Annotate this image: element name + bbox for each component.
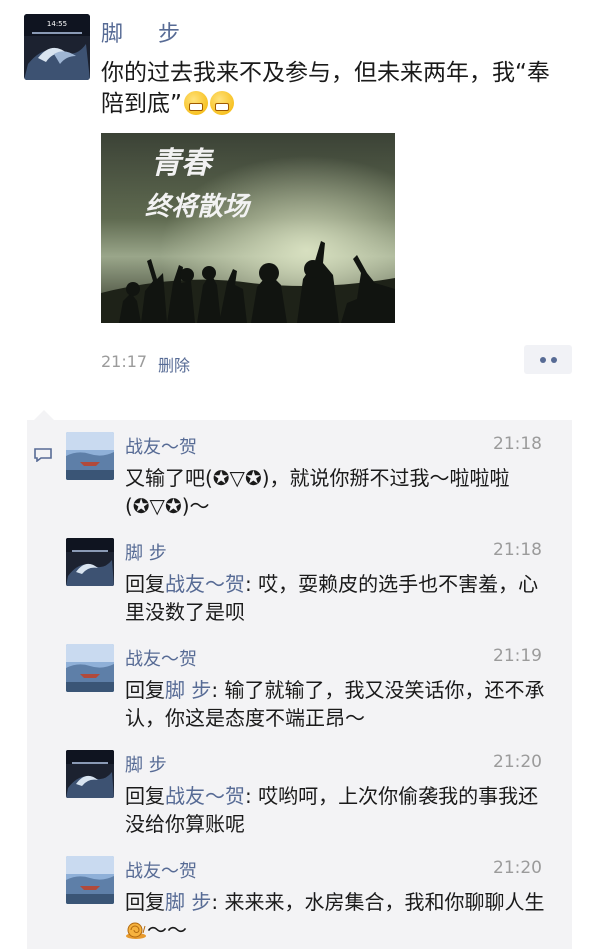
comment-text: 又输了吧(✪▽✪)，就说你掰不过我～啦啦啦(✪▽✪)～ bbox=[125, 466, 510, 518]
delete-link[interactable]: 删除 bbox=[158, 352, 190, 376]
comment-text: 回复战友～贺: 哎，耍赖皮的选手也不害羞，心里没数了是呗 bbox=[125, 570, 545, 626]
image-caption-line1: 青春 bbox=[151, 146, 215, 181]
reply-target-name[interactable]: 战友～贺 bbox=[165, 784, 245, 808]
commenter-name[interactable]: 战友～贺 bbox=[125, 433, 197, 459]
comment-text: 回复战友～贺: 哎哟呵，上次你偷袭我的事我还没给你算账呢 bbox=[125, 782, 545, 838]
comment-text: 回复脚 步: 输了就输了，我又没笑话你，还不承认，你这是态度不端正昂～ bbox=[125, 676, 545, 732]
reply-target-name[interactable]: 战友～贺 bbox=[165, 572, 245, 596]
comment-icon bbox=[34, 448, 52, 462]
post-text: 你的过去我来不及参与，但未来两年，我“奉陪到底” bbox=[101, 58, 571, 120]
comments-panel: 战友～贺 21:18 又输了吧(✪▽✪)，就说你掰不过我～啦啦啦(✪▽✪)～ 脚… bbox=[27, 410, 572, 949]
comment-time: 21:18 bbox=[493, 434, 542, 454]
comment-time: 21:20 bbox=[493, 752, 542, 772]
commenter-avatar[interactable] bbox=[66, 432, 114, 480]
snail-emoji-icon bbox=[126, 922, 146, 939]
post-author-avatar[interactable]: 14:55 bbox=[24, 14, 90, 80]
post-time: 21:17 bbox=[101, 352, 148, 371]
post-image[interactable]: 青春 终将散场 bbox=[101, 133, 395, 323]
more-dots-icon-dot2 bbox=[550, 356, 557, 363]
post-author-name[interactable]: 脚 步 bbox=[101, 16, 194, 48]
post-text-content: 你的过去我来不及参与，但未来两年，我“奉陪到底” bbox=[101, 60, 550, 117]
commenter-name[interactable]: 脚 步 bbox=[125, 539, 167, 565]
comment-time: 21:19 bbox=[493, 646, 542, 666]
image-caption-line2: 终将散场 bbox=[145, 192, 252, 222]
commenter-avatar[interactable] bbox=[66, 856, 114, 904]
grimace-emoji-icon bbox=[209, 91, 234, 115]
comment-suffix: ～～ bbox=[147, 918, 187, 942]
commenter-avatar[interactable] bbox=[66, 750, 114, 798]
reply-prefix: 回复 bbox=[125, 572, 165, 596]
commenter-name[interactable]: 战友～贺 bbox=[125, 645, 197, 671]
commenter-avatar[interactable] bbox=[66, 644, 114, 692]
commenter-name[interactable]: 脚 步 bbox=[125, 751, 167, 777]
reply-target-name[interactable]: 脚 步 bbox=[165, 890, 211, 914]
more-dots-icon bbox=[539, 356, 546, 363]
reply-prefix: 回复 bbox=[125, 678, 165, 702]
comment-time: 21:18 bbox=[493, 540, 542, 560]
commenter-avatar[interactable] bbox=[66, 538, 114, 586]
more-options-button[interactable] bbox=[524, 345, 572, 374]
reply-prefix: 回复 bbox=[125, 890, 165, 914]
reply-prefix: 回复 bbox=[125, 784, 165, 808]
comment-text: 回复脚 步: 来来来，水房集合，我和你聊聊人生 ～～ bbox=[125, 888, 545, 944]
grimace-emoji-icon bbox=[183, 91, 208, 115]
comment-body: : 来来来，水房集合，我和你聊聊人生 bbox=[211, 890, 545, 914]
svg-text:14:55: 14:55 bbox=[47, 20, 67, 28]
commenter-name[interactable]: 战友～贺 bbox=[125, 857, 197, 883]
reply-target-name[interactable]: 脚 步 bbox=[165, 678, 211, 702]
moments-post-page: 14:55 脚 步 你的过去我来不及参与，但未来两年，我“奉陪到底” 青春 终将… bbox=[0, 0, 589, 949]
comment-time: 21:20 bbox=[493, 858, 542, 878]
